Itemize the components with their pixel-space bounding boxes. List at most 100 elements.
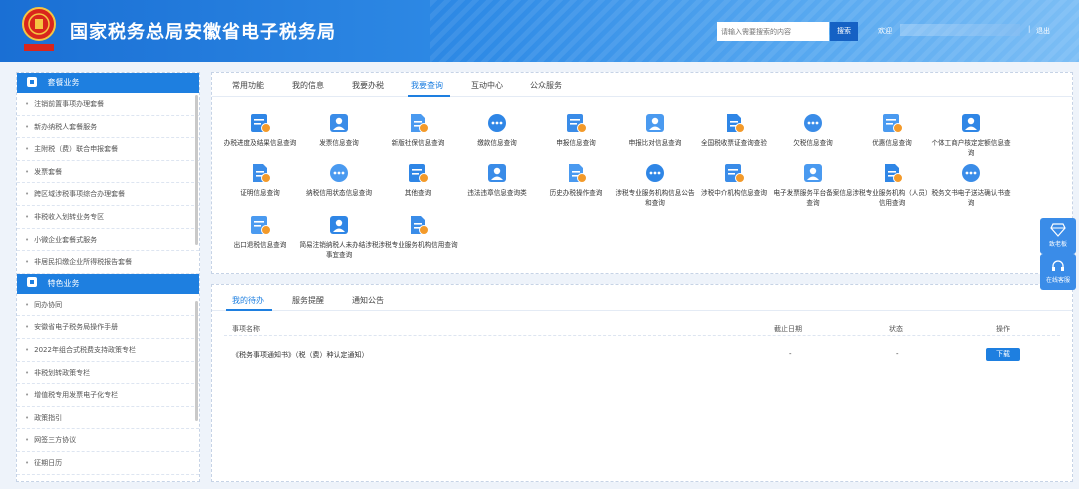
sidebar-list-package: 注销前置事项办理套餐 新办纳税人套餐服务 主附税（费）联合申报套餐 发票套餐 跨… (17, 93, 199, 274)
logout-link[interactable]: 退出 (1036, 26, 1050, 36)
table-divider (224, 335, 1060, 336)
sidebar-item[interactable]: 增值税专用发票电子化专栏 (17, 384, 199, 407)
query-item[interactable]: 申报比对信息查询 (615, 111, 695, 148)
query-item[interactable]: 个体工商户核定定额信息查询 (931, 111, 1011, 158)
query-item[interactable]: 涉税中介机构信息查询 (694, 161, 774, 198)
tab-interaction[interactable]: 互动中心 (471, 80, 503, 91)
query-item[interactable]: 全国税收票证查询查验 (694, 111, 774, 148)
violation-icon (488, 164, 506, 182)
query-item[interactable]: 纳税信用状态信息查询 (299, 161, 379, 198)
sidebar-item[interactable]: 网签三方协议 (17, 429, 199, 452)
tab-public-service[interactable]: 公众服务 (530, 80, 562, 91)
tab-common[interactable]: 常用功能 (232, 80, 264, 91)
feedback-button[interactable]: 致老板 (1040, 218, 1076, 254)
tab-tax-handling[interactable]: 我要办税 (352, 80, 384, 91)
todo-panel: 我的待办 服务提醒 通知公告 事项名称 截止日期 状态 操作 《税务事项通知书》… (211, 284, 1073, 482)
query-item-label: 其他查询 (404, 189, 432, 197)
sidebar-item[interactable]: 非居民扣缴企业所得税报告套餐 (17, 251, 199, 274)
tab-notice[interactable]: 通知公告 (352, 295, 384, 306)
query-item-label: 发票信息查询 (319, 139, 359, 147)
query-item[interactable]: 涉税专业服务机构信用查询 (378, 213, 458, 250)
column-header-deadline: 截止日期 (774, 325, 802, 333)
tab-service-reminder[interactable]: 服务提醒 (292, 295, 324, 306)
package-icon (27, 76, 37, 87)
query-item-label: 办税进度及结果信息查询 (223, 139, 297, 147)
headset-icon (1052, 260, 1064, 271)
intermediary-icon (725, 164, 745, 183)
social-security-icon (411, 114, 429, 133)
export-refund-icon (251, 216, 271, 235)
query-item-label: 历史办税操作查询 (549, 189, 603, 197)
tab-my-info[interactable]: 我的信息 (292, 80, 324, 91)
query-item[interactable]: 涉税专业服务机构信息公告和查询 (615, 161, 695, 208)
query-item-label: 出口退税信息查询 (233, 241, 287, 249)
featured-icon (27, 277, 37, 288)
query-item[interactable]: 新版社保信息查询 (378, 111, 458, 148)
sidebar-item[interactable]: 征期日历 (17, 452, 199, 475)
sidebar-section-featured[interactable]: 特色业务 (17, 273, 199, 294)
sidebar-item[interactable]: 主附税（费）联合申报套餐 (17, 138, 199, 161)
sidebar-item[interactable]: 注销前置事项办理套餐 (17, 93, 199, 116)
agency-staff-icon (885, 164, 903, 183)
table-row-deadline: - (789, 350, 792, 358)
download-button[interactable]: 下载 (986, 348, 1020, 361)
query-item[interactable]: 其他查询 (378, 161, 458, 198)
document-icon (962, 164, 980, 182)
top-header: 国家税务总局安徽省电子税务局 搜索 欢迎 | 退出 (0, 0, 1079, 62)
query-item[interactable]: 电子发票服务平台备案信息查询 (773, 161, 853, 208)
query-item-label: 优惠信息查询 (872, 139, 912, 147)
search-button[interactable]: 搜索 (830, 22, 858, 41)
query-item[interactable]: 证明信息查询 (220, 161, 300, 198)
sidebar-item[interactable]: 安徽省电子税务局操作手册 (17, 316, 199, 339)
tax-ticket-icon (727, 114, 745, 133)
payment-icon (488, 114, 506, 132)
query-item[interactable]: 简易注销纳税人未办结涉税事宜查询 (299, 213, 379, 260)
query-panel: 常用功能 我的信息 我要办税 我要查询 互动中心 公众服务 办税进度及结果信息查… (211, 72, 1073, 274)
sidebar-item[interactable]: 2022年组合式税费支持政策专栏 (17, 339, 199, 362)
online-service-label: 在线客服 (1045, 277, 1070, 284)
tab-my-todo[interactable]: 我的待办 (232, 295, 264, 306)
search-input[interactable] (717, 22, 829, 41)
user-name-masked (900, 24, 1020, 36)
quota-icon (962, 114, 980, 132)
query-item-label: 个体工商户核定定额信息查询 (931, 139, 1011, 157)
deregister-icon (330, 216, 348, 234)
declaration-icon (567, 114, 587, 133)
sidebar-scrollbar-bottom[interactable] (195, 301, 198, 421)
query-item-label: 缴款信息查询 (477, 139, 517, 147)
bottom-tabs: 我的待办 服务提醒 通知公告 (212, 285, 1072, 311)
query-item[interactable]: 优惠信息查询 (852, 111, 932, 148)
query-item[interactable]: 涉税专业服务机构（人员）信用查询 (852, 161, 932, 208)
query-item[interactable]: 出口退税信息查询 (220, 213, 300, 250)
e-invoice-icon (804, 164, 822, 182)
sidebar-section-title: 套餐业务 (47, 78, 80, 87)
column-header-status: 状态 (889, 325, 903, 333)
sidebar-item[interactable]: 非税划转政策专栏 (17, 362, 199, 385)
query-item[interactable]: 税务文书电子送达确认书查询 (931, 161, 1011, 208)
arrears-icon (804, 114, 822, 132)
site-title: 国家税务总局安徽省电子税务局 (70, 22, 336, 43)
active-tab-indicator (408, 95, 450, 97)
query-item[interactable]: 办税进度及结果信息查询 (220, 111, 300, 148)
agency-credit-icon (411, 216, 429, 235)
tab-query[interactable]: 我要查询 (411, 80, 443, 91)
agency-icon (646, 164, 664, 182)
sidebar-item[interactable]: 跨区域涉税事项综合办理套餐 (17, 183, 199, 206)
sidebar-item[interactable]: 同办协同 (17, 294, 199, 317)
sidebar-item[interactable]: 非税收入划转业务专区 (17, 206, 199, 229)
sidebar-item[interactable]: 新办纳税人套餐服务 (17, 116, 199, 139)
sidebar-scrollbar-top[interactable] (195, 95, 198, 245)
query-item[interactable]: 历史办税操作查询 (536, 161, 616, 198)
query-item[interactable]: 申报信息查询 (536, 111, 616, 148)
sidebar-item[interactable]: 政策指引 (17, 407, 199, 430)
sidebar-item[interactable]: 发票套餐 (17, 161, 199, 184)
query-item[interactable]: 欠税信息查询 (773, 111, 853, 148)
query-item[interactable]: 发票信息查询 (299, 111, 379, 148)
sidebar-item[interactable]: 小微企业套餐式服务 (17, 229, 199, 252)
online-service-button[interactable]: 在线客服 (1040, 254, 1076, 290)
feedback-label: 致老板 (1048, 241, 1067, 248)
query-item[interactable]: 违法违章信息查询类 (457, 161, 537, 198)
sidebar-section-package[interactable]: 套餐业务 (17, 73, 199, 93)
query-item[interactable]: 缴款信息查询 (457, 111, 537, 148)
query-item-label: 涉税专业服务机构信用查询 (378, 241, 458, 249)
